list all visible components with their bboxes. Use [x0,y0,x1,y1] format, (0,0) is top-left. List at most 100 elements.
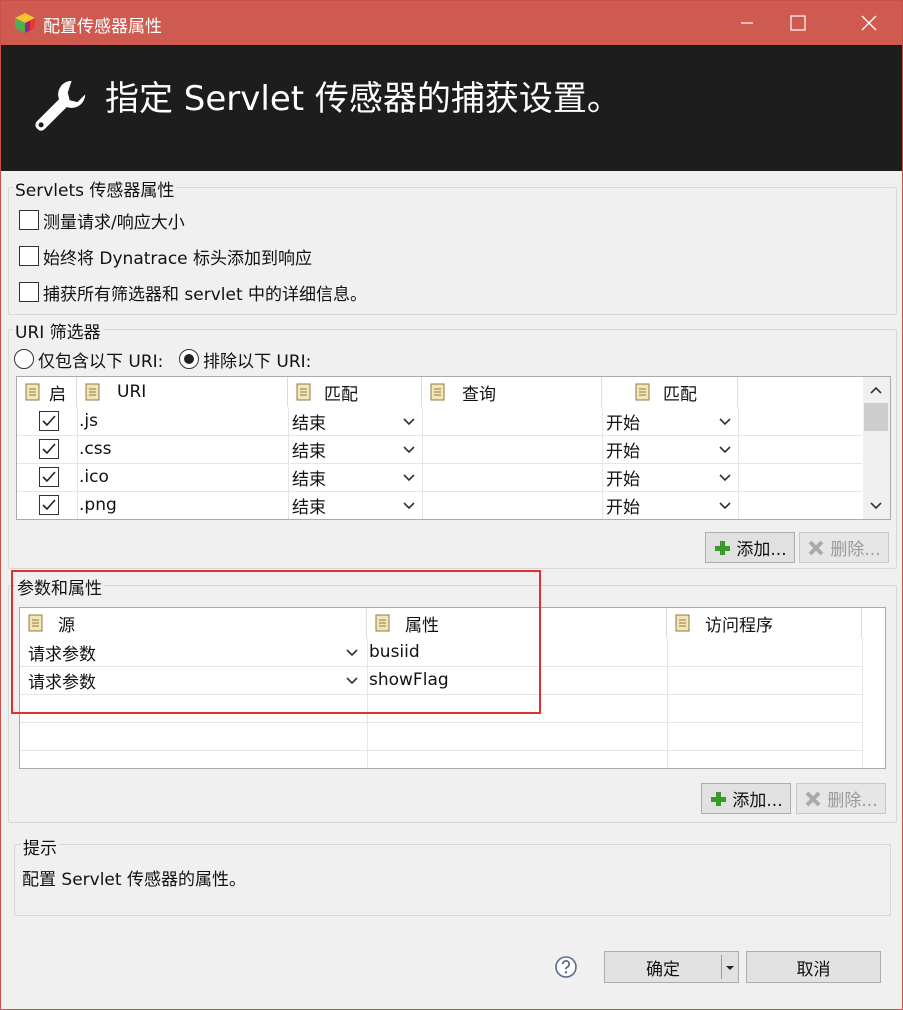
params-attributes-title: 参数和属性 [15,574,104,599]
cancel-label: 取消 [796,959,831,980]
minimize-button[interactable] [717,1,777,45]
dropdown-arrow-icon[interactable] [725,964,735,972]
uri-remove-button[interactable]: 删除... [799,532,889,563]
params-add-button[interactable]: 添加... [701,783,791,814]
column-label: 属性 [405,615,439,636]
checkmark-icon [42,471,56,483]
column-icon [375,614,390,632]
column-header-query[interactable]: 查询 [422,377,602,407]
title-bar: 配置传感器属性 [1,1,902,45]
column-header-match[interactable]: 匹配 [288,377,422,407]
measure-size-option[interactable]: 测量请求/响应大小 [19,208,185,233]
include-uri-radio[interactable] [14,349,34,369]
ok-button[interactable]: 确定 [604,951,739,983]
include-uri-option[interactable]: 仅包含以下 URI: [14,347,164,372]
scrollbar-thumb[interactable] [864,403,888,431]
wrench-icon [35,80,86,131]
uri-cell[interactable]: .png [79,491,117,519]
source-cell[interactable]: 请求参数 [28,666,96,694]
grid-line [17,435,862,436]
column-icon [25,383,40,401]
remove-label: 删除... [827,791,878,811]
column-header-uri[interactable]: URI [77,377,288,407]
chevron-down-icon[interactable] [402,501,416,511]
uri-cell[interactable]: .css [79,435,111,463]
uri-cell[interactable]: .js [79,407,98,435]
window-title: 配置传感器属性 [43,17,162,37]
grid-line [20,722,862,723]
attribute-cell[interactable]: busiid [369,638,420,666]
cancel-button[interactable]: 取消 [746,951,881,983]
query-match-cell[interactable]: 开始 [606,491,640,519]
checkmark-icon [42,499,56,511]
include-uri-label: 仅包含以下 URI: [38,351,164,372]
add-icon [711,791,727,806]
servlet-properties-group: Servlets 传感器属性 测量请求/响应大小 始终将 Dynatrace 标… [8,176,897,315]
remove-icon [805,791,821,806]
column-icon [635,383,650,401]
maximize-button[interactable] [777,1,837,45]
row-enabled-checkbox[interactable] [39,439,59,459]
query-match-cell[interactable]: 开始 [606,463,640,491]
params-remove-button[interactable]: 删除... [796,783,886,814]
add-header-checkbox[interactable] [19,246,39,266]
column-header-accessor[interactable]: 访问程序 [667,608,862,638]
chevron-down-icon[interactable] [718,501,732,511]
row-enabled-checkbox[interactable] [39,495,59,515]
dialog-window: 配置传感器属性 指定 Servlet 传感器的捕获设置。 Servlets 传感… [0,0,903,1010]
match-cell[interactable]: 结束 [292,491,326,519]
exclude-uri-label: 排除以下 URI: [203,351,312,372]
row-enabled-checkbox[interactable] [39,411,59,431]
capture-details-checkbox[interactable] [19,282,39,302]
measure-size-checkbox[interactable] [19,210,39,230]
uri-filter-title: URI 筛选器 [13,318,103,343]
query-match-cell[interactable]: 开始 [606,407,640,435]
add-header-option[interactable]: 始终将 Dynatrace 标头添加到响应 [19,244,313,269]
match-cell[interactable]: 结束 [292,463,326,491]
params-table: 源 属性 访问程序 请求参数 busiid 请求参数 showFlag [19,607,886,769]
source-cell[interactable]: 请求参数 [28,638,96,666]
match-cell[interactable]: 结束 [292,435,326,463]
column-icon [85,383,100,401]
add-header-label: 始终将 Dynatrace 标头添加到响应 [43,248,313,269]
chevron-down-icon[interactable] [402,417,416,427]
remove-icon [808,540,824,555]
column-label: 源 [58,615,75,636]
column-label: 匹配 [324,384,358,405]
column-header-query-match[interactable]: 匹配 [602,377,738,407]
exclude-uri-radio[interactable] [179,349,199,369]
column-header-source[interactable]: 源 [20,608,367,638]
uri-cell[interactable]: .ico [79,463,109,491]
column-label: URI [117,382,147,402]
scroll-up-icon[interactable] [869,385,883,395]
chevron-down-icon[interactable] [345,676,359,686]
chevron-down-icon[interactable] [402,473,416,483]
measure-size-label: 测量请求/响应大小 [43,212,185,233]
grid-line [17,463,862,464]
capture-details-option[interactable]: 捕获所有筛选器和 servlet 中的详细信息。 [19,280,368,305]
add-label: 添加... [736,540,787,560]
column-label: 访问程序 [705,615,773,636]
column-icon [430,383,445,401]
uri-add-button[interactable]: 添加... [705,532,795,563]
grid-line [20,750,862,751]
checkmark-icon [42,415,56,427]
help-icon[interactable] [554,955,578,979]
capture-details-label: 捕获所有筛选器和 servlet 中的详细信息。 [43,284,368,305]
match-cell[interactable]: 结束 [292,407,326,435]
attribute-cell[interactable]: showFlag [369,666,449,694]
row-enabled-checkbox[interactable] [39,467,59,487]
scroll-down-icon[interactable] [869,501,883,511]
close-button[interactable] [837,1,897,45]
chevron-down-icon[interactable] [718,417,732,427]
chevron-down-icon[interactable] [402,445,416,455]
chevron-down-icon[interactable] [718,473,732,483]
column-header-enabled[interactable]: 启 [17,377,77,407]
exclude-uri-option[interactable]: 排除以下 URI: [179,347,312,372]
chevron-down-icon[interactable] [345,648,359,658]
column-header-attribute[interactable]: 属性 [367,608,667,638]
hint-title: 提示 [21,834,59,859]
vertical-scrollbar[interactable] [863,377,890,519]
chevron-down-icon[interactable] [718,445,732,455]
query-match-cell[interactable]: 开始 [606,435,640,463]
